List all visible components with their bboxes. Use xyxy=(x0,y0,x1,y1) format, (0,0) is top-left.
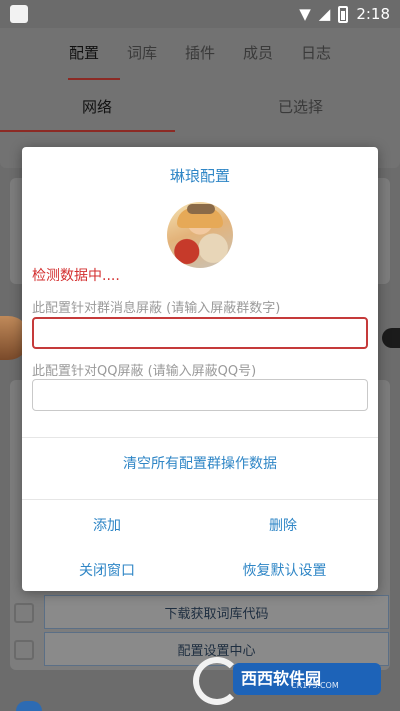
qq-block-input[interactable] xyxy=(32,379,368,411)
avatar xyxy=(167,202,233,268)
divider xyxy=(22,499,378,500)
divider xyxy=(22,437,378,438)
bg-bottom-avatar xyxy=(16,701,42,711)
tab-members[interactable]: 成员 xyxy=(243,42,273,70)
main-tabs: 配置 词库 插件 成员 日志 xyxy=(0,42,400,70)
tab-logs[interactable]: 日志 xyxy=(301,42,331,70)
qq-block-label: 此配置针对QQ屏蔽 (请输入屏蔽QQ号) xyxy=(32,364,257,379)
signal-icon: ◢ xyxy=(318,5,331,23)
tab-network[interactable]: 网络 xyxy=(82,96,112,117)
download-icon xyxy=(14,603,34,623)
delete-button[interactable]: 删除 xyxy=(258,515,308,535)
group-block-label: 此配置针对群消息屏蔽 (请输入屏蔽群数字) xyxy=(32,301,281,316)
tab-indicator xyxy=(68,78,120,80)
status-icons: ▼ ◢ 2:18 xyxy=(299,4,390,24)
avatar-hat xyxy=(187,204,215,214)
wifi-icon: ▼ xyxy=(299,5,311,23)
bg-more-icon xyxy=(382,328,400,348)
restore-defaults-button[interactable]: 恢复默认设置 xyxy=(227,560,342,580)
watermark-logo: 西西软件园 CR173.COM xyxy=(193,657,383,705)
close-window-button[interactable]: 关闭窗口 xyxy=(62,560,152,580)
config-dialog: 琳琅配置 检测数据中.... 此配置针对群消息屏蔽 (请输入屏蔽群数字) 此配置… xyxy=(22,147,378,591)
watermark-url: CR173.COM xyxy=(291,681,339,690)
bg-download-row[interactable]: 下载获取词库代码 xyxy=(44,595,389,629)
clock: 2:18 xyxy=(356,5,390,23)
sub-tab-indicator xyxy=(0,130,175,132)
battery-icon xyxy=(338,5,349,23)
clear-all-button[interactable]: 清空所有配置群操作数据 xyxy=(22,453,378,473)
group-block-input[interactable] xyxy=(32,317,368,349)
tab-plugins[interactable]: 插件 xyxy=(185,42,215,70)
notification-icon xyxy=(10,5,28,23)
sub-tabs: 网络 已选择 xyxy=(0,96,400,122)
add-button[interactable]: 添加 xyxy=(82,515,132,535)
edit-icon xyxy=(14,640,34,660)
watermark-box: 西西软件园 CR173.COM xyxy=(233,663,381,695)
tab-dictionary[interactable]: 词库 xyxy=(127,42,157,70)
dialog-title: 琳琅配置 xyxy=(169,167,230,185)
status-bar: ▼ ◢ 2:18 xyxy=(0,0,400,28)
tab-selected[interactable]: 已选择 xyxy=(278,96,323,117)
tab-config[interactable]: 配置 xyxy=(69,42,99,70)
status-text: 检测数据中.... xyxy=(32,268,120,284)
